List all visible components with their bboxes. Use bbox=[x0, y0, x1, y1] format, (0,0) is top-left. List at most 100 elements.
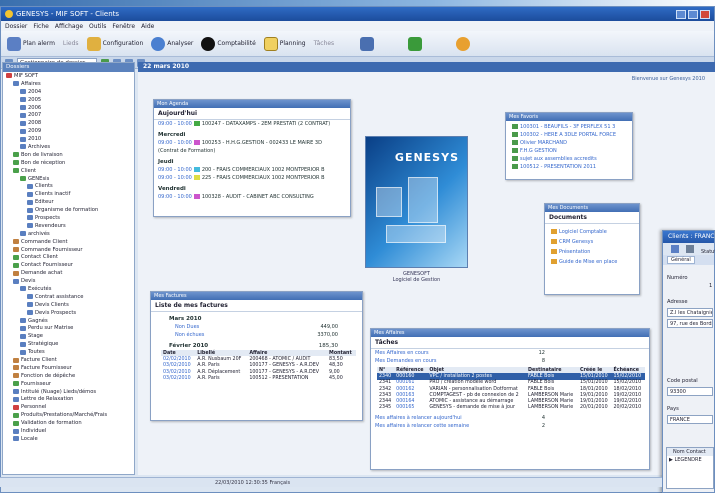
tree-item[interactable]: Client bbox=[3, 167, 134, 175]
tree-item[interactable]: archivés bbox=[3, 230, 134, 238]
agenda-entry[interactable]: 09:00 - 10:00 100247 - DATAXAMPS - 2EM PR… bbox=[154, 120, 350, 128]
tree-item[interactable]: Facture Fournisseur bbox=[3, 364, 134, 372]
tree-item[interactable]: Perdu sur Matrise bbox=[3, 325, 134, 333]
tab-general[interactable]: Général bbox=[667, 256, 695, 264]
deals-current[interactable]: Mes Affaires en cours 12 bbox=[371, 349, 649, 357]
tree-item[interactable]: 2006 bbox=[3, 104, 134, 112]
tree-item[interactable]: Stage bbox=[3, 332, 134, 340]
menu-outils[interactable]: Outils bbox=[89, 23, 106, 30]
tree-item[interactable]: Devis bbox=[3, 277, 134, 285]
close-button[interactable] bbox=[700, 9, 710, 19]
document-item[interactable]: Guide de Mise en place bbox=[545, 257, 639, 267]
tree-item[interactable]: Editeur bbox=[3, 198, 134, 206]
agenda-entry[interactable]: 09:00 - 10:00 200 - FRAIS COMMERCIAUX 100… bbox=[154, 166, 350, 174]
tree-item[interactable]: 2007 bbox=[3, 111, 134, 119]
menu-fenetre[interactable]: Fenêtre bbox=[112, 23, 135, 30]
tree-item[interactable]: Organisme de formation bbox=[3, 206, 134, 214]
tree-item[interactable]: Stratégique bbox=[3, 340, 134, 348]
document-item[interactable]: Logiciel Comptable bbox=[545, 227, 639, 237]
tab-statut[interactable]: Statut bbox=[701, 247, 715, 257]
favorite-item[interactable]: F.H.G GESTION bbox=[506, 147, 632, 155]
agenda-entry[interactable]: 09:00 - 10:00 225 - FRAIS COMMERCIAUX 100… bbox=[154, 174, 350, 182]
tree-item[interactable]: Revendeurs bbox=[3, 222, 134, 230]
country-field[interactable]: FRANCE bbox=[667, 415, 713, 424]
excel-icon[interactable] bbox=[408, 36, 423, 51]
table-row[interactable]: 2345 000165 GENESYS - demande de mise à jo… bbox=[377, 405, 645, 411]
tree-item[interactable]: Fournisseur bbox=[3, 380, 134, 388]
agenda-entry[interactable]: 09:00 - 10:00 100328 - AUDIT - CABINET AB… bbox=[154, 193, 350, 201]
tree-item[interactable]: Contact Fournisseur bbox=[3, 261, 134, 269]
tree-item[interactable]: Bon de livraison bbox=[3, 151, 134, 159]
tree-item[interactable]: Contrat assistance bbox=[3, 293, 134, 301]
deals-relaunch-week[interactable]: Mes affaires à relancer cette semaine 2 bbox=[371, 422, 649, 430]
document-item[interactable]: CRM Genesys bbox=[545, 237, 639, 247]
invoice-summary-row[interactable]: Non Dues 449,00 bbox=[151, 323, 362, 331]
tree-item[interactable]: 2004 bbox=[3, 88, 134, 96]
print-icon[interactable] bbox=[686, 245, 694, 253]
favorite-item[interactable]: 100302 - HERE A 3DLE PORTAL FORCE bbox=[506, 131, 632, 139]
tree-item[interactable]: Intitulé (Nuage) Lieds/démos bbox=[3, 388, 134, 396]
save-icon[interactable] bbox=[671, 245, 679, 253]
package-icon[interactable] bbox=[456, 36, 471, 51]
favorite-item[interactable]: 100512 - PRESENTATION 2011 bbox=[506, 163, 632, 171]
favorite-item[interactable]: 100301 - BEAUFILS - 3F PERFLEX 51 3 bbox=[506, 123, 632, 131]
tree-item[interactable]: Produits/Prestations/Marché/Frais bbox=[3, 411, 134, 419]
tree-item[interactable]: Clients inactif bbox=[3, 190, 134, 198]
analyser-button[interactable]: Analyser bbox=[149, 36, 195, 52]
favorite-item[interactable]: Olivier MARCHAND bbox=[506, 139, 632, 147]
tree-item[interactable]: Commande Fournisseur bbox=[3, 246, 134, 254]
planning-button[interactable]: Planning bbox=[262, 36, 308, 52]
invoice-summary-row[interactable]: Non échues 3370,00 bbox=[151, 331, 362, 339]
tree-item[interactable]: Affaires bbox=[3, 80, 134, 88]
tree-item[interactable]: 2010 bbox=[3, 135, 134, 143]
address-line2-field[interactable]: 97, rue des Bords bbox=[667, 319, 713, 328]
tree-item[interactable]: 2008 bbox=[3, 119, 134, 127]
welcome-note[interactable]: Bienvenue sur Genesys 2010 bbox=[632, 76, 705, 82]
tree-item[interactable]: Demande achat bbox=[3, 269, 134, 277]
taches-button[interactable]: Tâches bbox=[312, 39, 337, 48]
column-header[interactable]: Montant bbox=[327, 350, 356, 357]
address-line1-field[interactable]: Z.I les Chataigniers bbox=[667, 308, 713, 317]
postcode-field[interactable]: 93300 bbox=[667, 387, 713, 396]
favorite-item[interactable]: sujet aux assemblies accredits bbox=[506, 155, 632, 163]
tree-item[interactable]: Individuel bbox=[3, 427, 134, 435]
tree-item[interactable]: Clients bbox=[3, 182, 134, 190]
agenda-entry[interactable]: 09:00 - 10:00 100253 - H.H.G.GESTION - 00… bbox=[154, 139, 350, 147]
requests-current[interactable]: Mes Demandes en cours 8 bbox=[371, 357, 649, 365]
tree-item[interactable]: Exécutés bbox=[3, 285, 134, 293]
menu-fiche[interactable]: Fiche bbox=[33, 23, 48, 30]
tree-item[interactable]: Validation de formation bbox=[3, 419, 134, 427]
plan-alerm-button[interactable]: Plan alerm bbox=[5, 36, 57, 52]
tree-item[interactable]: 2009 bbox=[3, 127, 134, 135]
tree-item[interactable]: Toutes bbox=[3, 348, 134, 356]
tree-item[interactable]: Fonction de dépêche bbox=[3, 372, 134, 380]
menu-dossier[interactable]: Dossier bbox=[5, 23, 27, 30]
contacts-grid-row[interactable]: ▶ LEGENDRE bbox=[667, 456, 713, 464]
table-row[interactable]: 03/02/2010 A.R. Paris 100512 - PRESENTATIO… bbox=[161, 375, 356, 381]
tree-item[interactable]: 2005 bbox=[3, 96, 134, 104]
menu-aide[interactable]: Aide bbox=[141, 23, 154, 30]
maximize-button[interactable] bbox=[688, 9, 698, 19]
tree-item[interactable]: Facture Client bbox=[3, 356, 134, 364]
tree-item[interactable]: Archives bbox=[3, 143, 134, 151]
comptabilite-button[interactable]: Comptabilité bbox=[199, 36, 257, 52]
tree-item[interactable]: Locale bbox=[3, 435, 134, 443]
tree-item[interactable]: Devis Clients bbox=[3, 301, 134, 309]
tree-item[interactable]: Bon de réception bbox=[3, 159, 134, 167]
lieds-button[interactable]: Lieds bbox=[61, 39, 81, 48]
column-header[interactable]: Référence bbox=[394, 367, 428, 374]
document-icon[interactable] bbox=[360, 36, 375, 51]
document-item[interactable]: Présentation bbox=[545, 247, 639, 257]
tree-item[interactable]: GENEsis bbox=[3, 175, 134, 183]
tree-item[interactable]: Prospects bbox=[3, 214, 134, 222]
tree-item[interactable]: Devis Prospects bbox=[3, 309, 134, 317]
tree-item[interactable]: Contact Client bbox=[3, 253, 134, 261]
tree-item[interactable]: Commande Client bbox=[3, 238, 134, 246]
tree-item[interactable]: Lettre de Relaxation bbox=[3, 396, 134, 404]
minimize-button[interactable] bbox=[676, 9, 686, 19]
configuration-button[interactable]: Configuration bbox=[85, 36, 146, 52]
tree-item[interactable]: Gagnés bbox=[3, 317, 134, 325]
agenda-entry[interactable]: (Contrat de Formation) bbox=[154, 147, 350, 155]
deals-relaunch-today[interactable]: Mes affaires à relancer aujourd'hui 4 bbox=[371, 414, 649, 422]
tree-item[interactable]: Personnel bbox=[3, 403, 134, 411]
